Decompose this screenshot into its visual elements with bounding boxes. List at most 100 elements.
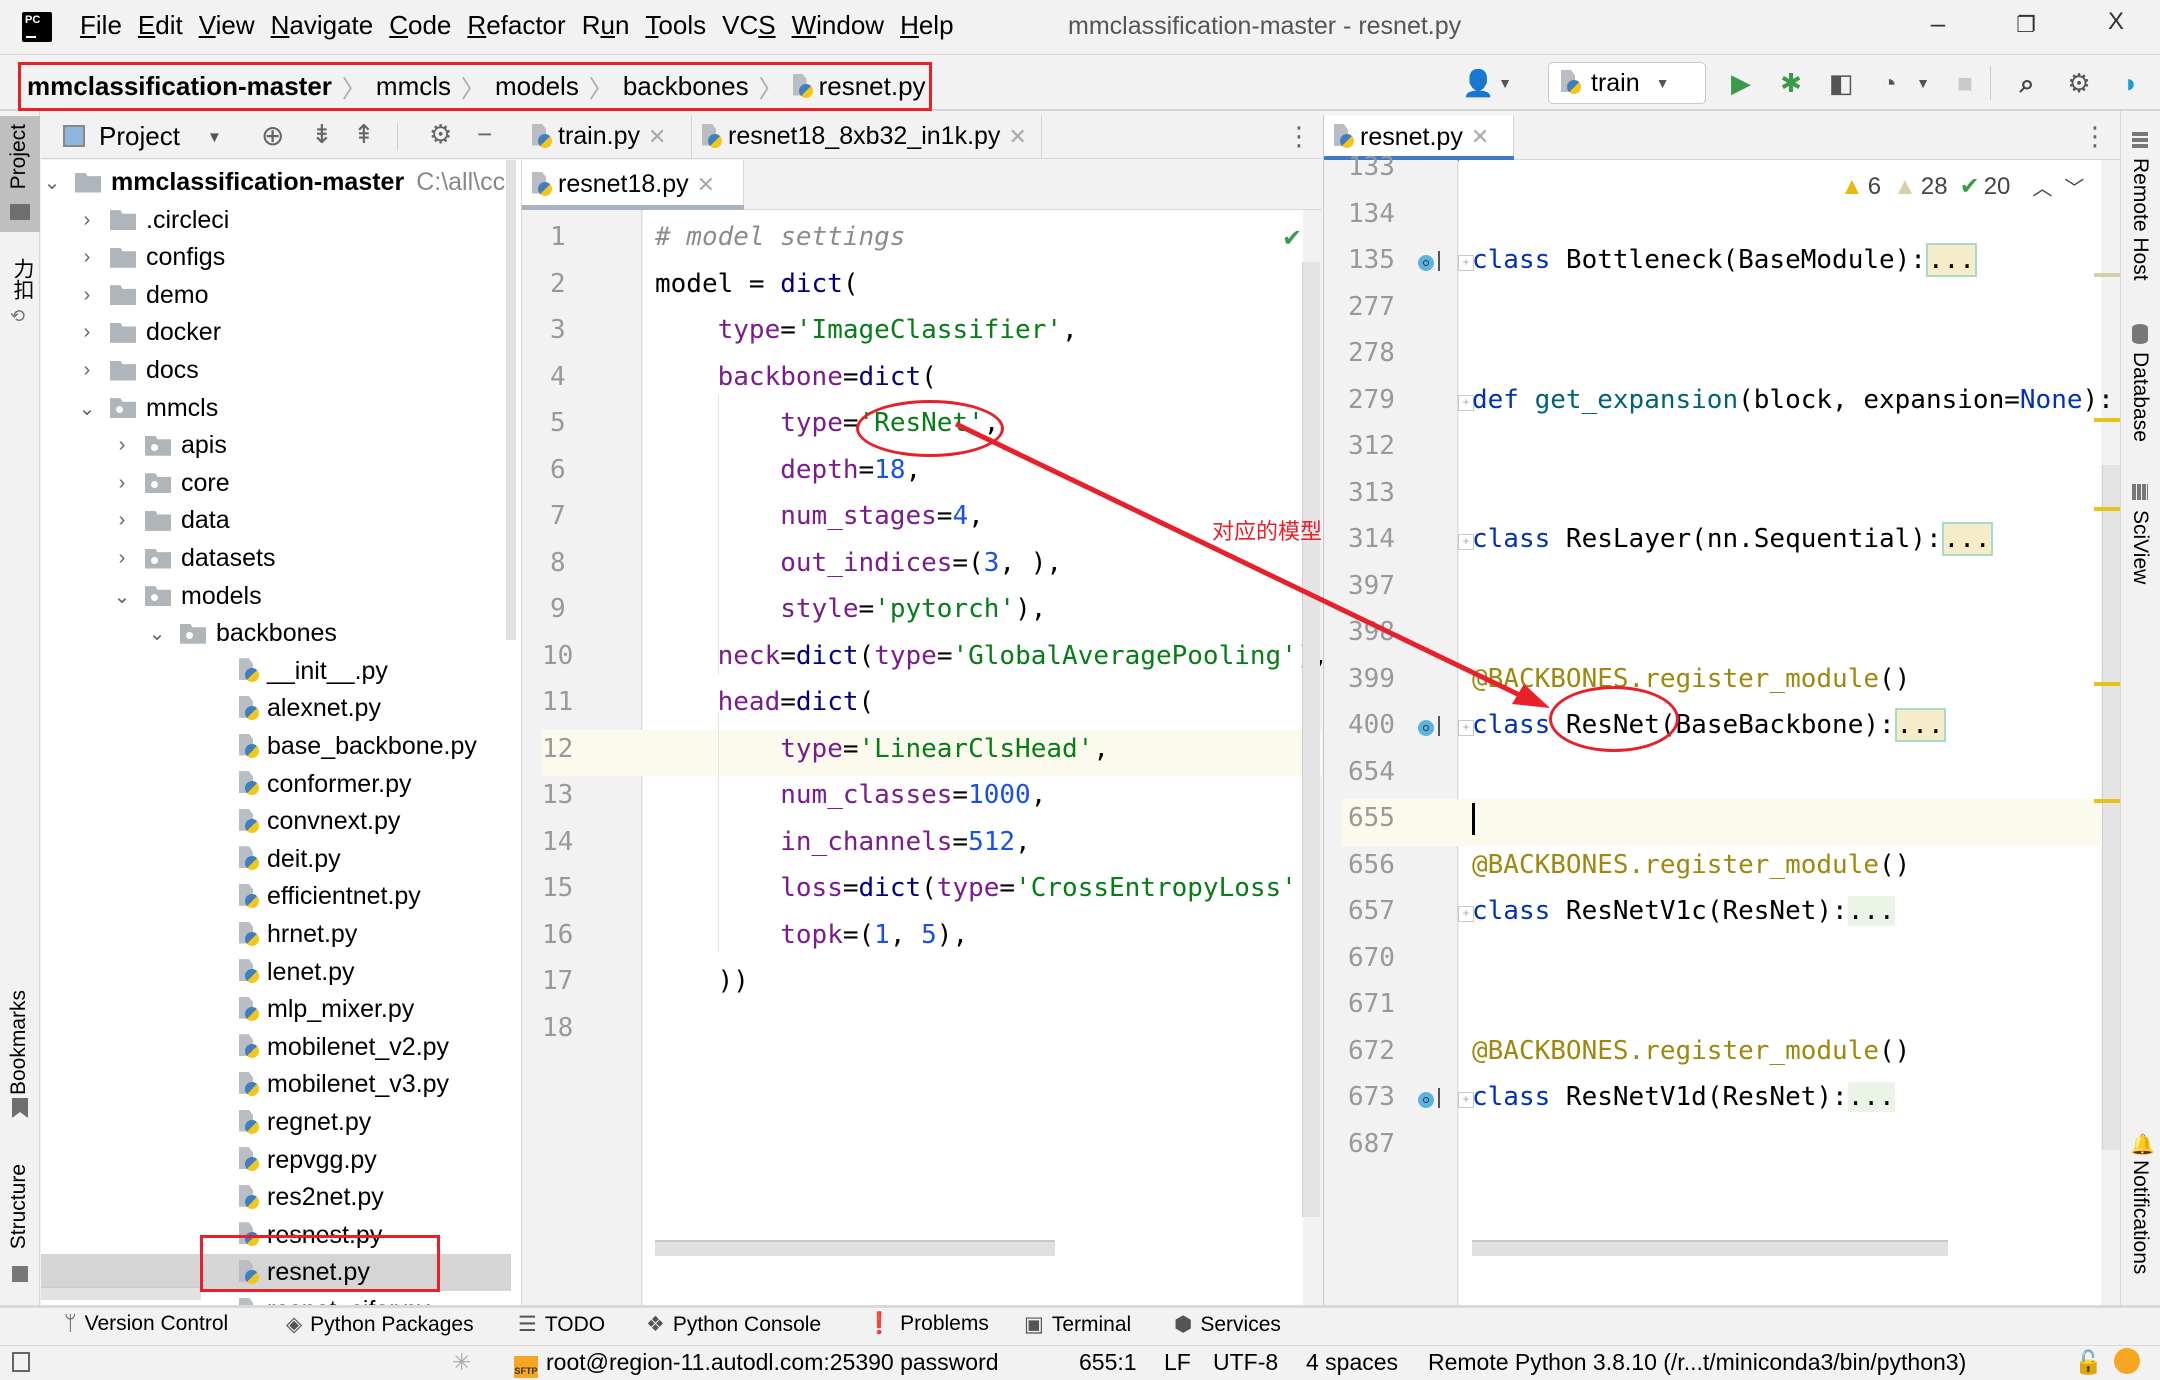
- locate-file-icon[interactable]: ⊕: [261, 119, 284, 152]
- close-tab-icon[interactable]: ✕: [1471, 124, 1489, 150]
- caret-position[interactable]: 655:1: [1079, 1349, 1137, 1376]
- toggle-tool-windows-icon[interactable]: [12, 1352, 30, 1372]
- hide-panel-icon[interactable]: −: [477, 119, 492, 150]
- tree-file-item[interactable]: convnext.py: [41, 803, 511, 840]
- database-tool-tab[interactable]: Database: [2128, 352, 2152, 442]
- project-view-select[interactable]: Project: [99, 121, 180, 152]
- minimize-button[interactable]: –: [1918, 8, 1958, 39]
- project-tree-scrollbar[interactable]: [506, 160, 516, 640]
- folded-code-placeholder[interactable]: ...: [1925, 243, 1977, 277]
- tree-file-item[interactable]: deit.py: [41, 841, 511, 878]
- folded-code-placeholder[interactable]: ...: [1894, 708, 1946, 742]
- file-encoding[interactable]: UTF-8: [1213, 1349, 1278, 1376]
- folded-code-placeholder[interactable]: ...: [1847, 1082, 1895, 1112]
- todo-tool[interactable]: ☰ TODO: [518, 1312, 605, 1337]
- tree-folder-item[interactable]: ⌄ mmcls: [41, 390, 511, 427]
- options-gear-icon[interactable]: ⚙: [429, 119, 452, 150]
- notifications-tool-tab[interactable]: Notifications: [2128, 1160, 2152, 1274]
- left-editor-hscrollbar[interactable]: [655, 1240, 1055, 1256]
- chevron-right-icon[interactable]: ›: [111, 434, 133, 457]
- menu-item-edit[interactable]: Edit: [138, 10, 183, 41]
- sciview-tool-tab[interactable]: SciView: [2128, 510, 2152, 584]
- tree-folder-item[interactable]: ⌄ backbones: [41, 615, 511, 652]
- user-icon[interactable]: 👤: [1462, 68, 1494, 98]
- more-tabs-icon[interactable]: ⋮: [1286, 121, 1312, 152]
- menu-item-navigate[interactable]: Navigate: [271, 10, 374, 41]
- chevron-right-icon[interactable]: ›: [111, 547, 133, 570]
- menu-item-refactor[interactable]: Refactor: [467, 10, 565, 41]
- chevron-right-icon[interactable]: ›: [111, 472, 133, 495]
- python-console-tool[interactable]: ❖ Python Console: [646, 1312, 821, 1337]
- tree-file-item[interactable]: mobilenet_v2.py: [41, 1029, 511, 1066]
- bookmarks-tool-tab[interactable]: Bookmarks: [7, 990, 31, 1095]
- chevron-right-icon[interactable]: ›: [76, 209, 98, 232]
- close-tab-icon[interactable]: ✕: [648, 124, 666, 150]
- menu-item-run[interactable]: Run: [582, 10, 630, 41]
- folded-code-placeholder[interactable]: ...: [1847, 896, 1895, 926]
- leetcode-tool-tab[interactable]: 力扣: [7, 258, 37, 300]
- tree-file-item[interactable]: regnet.py: [41, 1104, 511, 1141]
- profile-icon[interactable]: ◔: [1874, 68, 1904, 98]
- right-editor-hscrollbar[interactable]: [1472, 1240, 1948, 1256]
- profile-dropdown-icon[interactable]: ▼: [1908, 68, 1938, 98]
- warning-marker[interactable]: [2094, 507, 2120, 511]
- expand-all-icon[interactable]: ⇟: [311, 119, 333, 150]
- python-interpreter[interactable]: Remote Python 3.8.10 (/r...t/miniconda3/…: [1428, 1349, 1966, 1376]
- tab-resnet18-8xb32-in1k-py[interactable]: resnet18_8xb32_in1k.py ✕: [692, 115, 1042, 158]
- menu-item-help[interactable]: Help: [900, 10, 953, 41]
- right-editor-vscrollbar[interactable]: [2102, 465, 2120, 1150]
- more-tabs-icon[interactable]: ⋮: [2082, 121, 2108, 152]
- run-icon[interactable]: ▶: [1726, 68, 1756, 98]
- chevron-down-icon[interactable]: ⌄: [76, 396, 98, 421]
- implemented-marker-icon[interactable]: [1418, 255, 1434, 271]
- next-problem-icon[interactable]: ﹀: [2064, 172, 2084, 201]
- implemented-marker-icon[interactable]: [1418, 1092, 1434, 1108]
- tree-file-item[interactable]: hrnet.py: [41, 916, 511, 953]
- chevron-down-icon[interactable]: ⌄: [41, 170, 63, 195]
- tree-file-item[interactable]: lenet.py: [41, 954, 511, 991]
- tree-folder-item[interactable]: › demo: [41, 277, 511, 314]
- project-tool-tab[interactable]: Project: [7, 124, 31, 189]
- implemented-marker-icon[interactable]: [1418, 720, 1434, 736]
- chevron-right-icon[interactable]: ›: [76, 359, 98, 382]
- tree-folder-item[interactable]: › configs: [41, 239, 511, 276]
- tree-file-item[interactable]: alexnet.py: [41, 690, 511, 727]
- tree-folder-item[interactable]: › data: [41, 502, 511, 539]
- menu-item-window[interactable]: Window: [792, 10, 884, 41]
- services-tool[interactable]: ⬢ Services: [1174, 1312, 1281, 1337]
- chevron-right-icon[interactable]: ›: [76, 321, 98, 344]
- maximize-button[interactable]: ❐: [2006, 12, 2046, 38]
- menu-item-file[interactable]: File: [80, 10, 122, 41]
- python-packages-tool[interactable]: ◈ Python Packages: [286, 1312, 474, 1337]
- weak-warning-marker[interactable]: [2094, 273, 2120, 277]
- project-tree-hscrollbar[interactable]: [41, 1286, 201, 1300]
- update-icon[interactable]: [2114, 1348, 2140, 1374]
- terminal-tool[interactable]: ▣ Terminal: [1024, 1312, 1131, 1337]
- warning-marker[interactable]: [2094, 418, 2120, 422]
- close-button[interactable]: X: [2096, 8, 2136, 36]
- settings-icon[interactable]: ⚙: [2064, 68, 2094, 98]
- tab-train-py[interactable]: train.py ✕: [522, 115, 692, 158]
- debug-icon[interactable]: ✱: [1776, 68, 1806, 98]
- tab-resnet18-py[interactable]: resnet18.py ✕: [522, 160, 744, 210]
- coverage-icon[interactable]: ◧: [1826, 68, 1856, 98]
- tree-file-item[interactable]: efficientnet.py: [41, 878, 511, 915]
- indent-setting[interactable]: 4 spaces: [1306, 1349, 1398, 1376]
- tree-root[interactable]: ⌄ mmclassification-master C:\all\cc: [41, 164, 511, 201]
- tree-folder-item[interactable]: ⌄ models: [41, 578, 511, 615]
- previous-problem-icon[interactable]: ︿: [2032, 172, 2052, 201]
- chevron-right-icon[interactable]: ›: [111, 509, 133, 532]
- user-dropdown-chevron-icon[interactable]: ▼: [1490, 68, 1520, 98]
- tree-file-item[interactable]: mlp_mixer.py: [41, 991, 511, 1028]
- collapse-all-icon[interactable]: ⇞: [353, 119, 375, 150]
- search-icon[interactable]: ⌕: [2012, 68, 2042, 98]
- line-separator[interactable]: LF: [1164, 1349, 1191, 1376]
- inspection-widget[interactable]: ▲ 6 ▲ 28 ✔ 20 ︿ ﹀: [1840, 172, 2084, 201]
- close-tab-icon[interactable]: ✕: [697, 172, 715, 198]
- tree-file-item[interactable]: mobilenet_v3.py: [41, 1066, 511, 1103]
- tree-file-item[interactable]: res2net.py: [41, 1179, 511, 1216]
- tree-file-item[interactable]: base_backbone.py: [41, 728, 511, 765]
- run-configuration-select[interactable]: train ▼: [1548, 62, 1706, 104]
- folded-code-placeholder[interactable]: ...: [1941, 522, 1993, 556]
- tree-folder-item[interactable]: › docker: [41, 314, 511, 351]
